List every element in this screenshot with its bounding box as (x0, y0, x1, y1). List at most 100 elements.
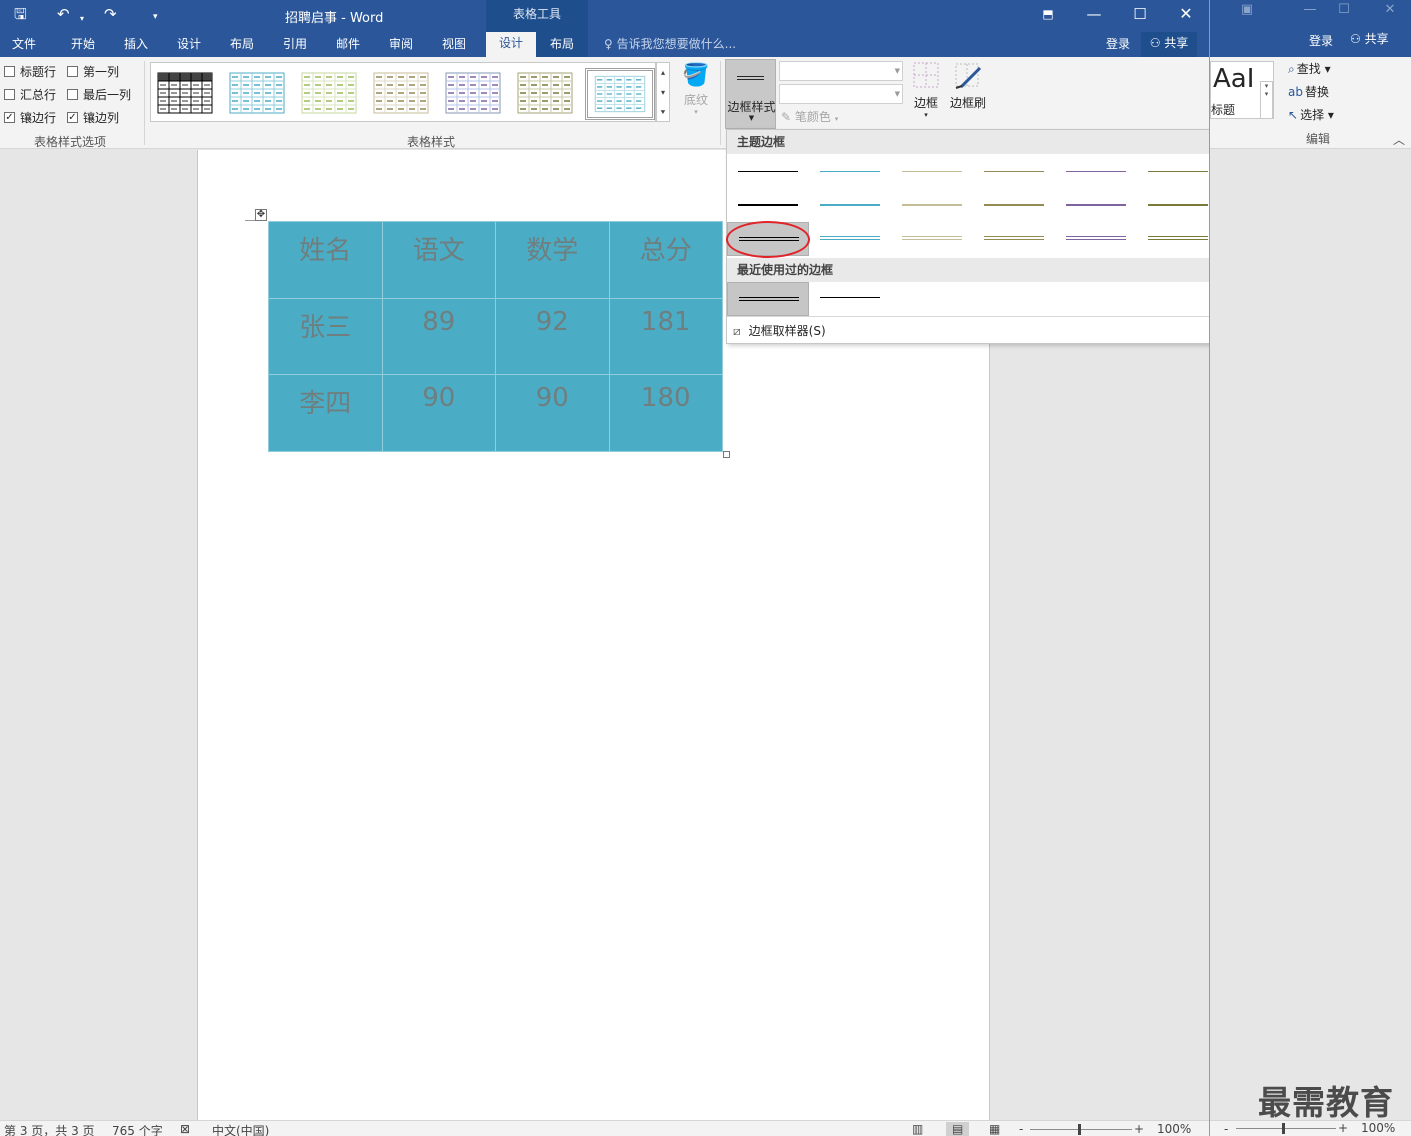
select-button[interactable]: ↖ 选择 ▾ (1288, 106, 1334, 123)
border-styles-button[interactable]: 边框样式 ▼ (725, 59, 776, 129)
table-move-handle-icon[interactable]: ✥ (255, 209, 267, 221)
table-cell[interactable]: 姓名 (268, 221, 383, 299)
bg-maximize-icon[interactable]: ☐ (1329, 2, 1359, 17)
table-style-grid-tan[interactable] (373, 72, 429, 114)
last-column-checkbox[interactable] (67, 89, 78, 100)
gallery-up-icon[interactable]: ▴ (657, 63, 669, 83)
table-cell[interactable]: 89 (381, 297, 496, 375)
close-icon[interactable]: ✕ (1163, 2, 1209, 28)
table-style-grid-dark[interactable] (157, 72, 213, 114)
page-count[interactable]: 第 3 页，共 3 页 (4, 1122, 95, 1136)
undo-dropdown-icon[interactable]: ▾ (80, 9, 84, 29)
table-cell[interactable]: 数学 (495, 221, 610, 299)
theme-border-swatch[interactable] (973, 222, 1055, 256)
table-cell[interactable]: 90 (381, 374, 496, 452)
proofing-icon[interactable]: ⊠ (180, 1122, 190, 1136)
theme-border-swatch[interactable] (1055, 222, 1137, 256)
total-row-option[interactable]: 汇总行 (4, 86, 56, 103)
find-button[interactable]: ⌕ 查找 ▾ (1288, 60, 1331, 77)
theme-border-swatch[interactable] (973, 188, 1055, 222)
recent-border-single-black[interactable] (809, 282, 891, 316)
recent-border-double-black[interactable] (727, 282, 809, 316)
table-resize-handle[interactable] (723, 451, 730, 458)
word-count[interactable]: 765 个字 (112, 1122, 163, 1136)
tab-insert[interactable]: 插入 (124, 35, 148, 52)
theme-border-swatch[interactable] (1137, 222, 1209, 256)
table-style-grid-olive[interactable] (517, 72, 573, 114)
maximize-icon[interactable]: ☐ (1117, 2, 1163, 28)
theme-border-swatch[interactable] (891, 154, 973, 188)
table-style-grid-purple[interactable] (445, 72, 501, 114)
save-icon[interactable]: 🖫 (14, 4, 27, 24)
table-cell[interactable]: 张三 (268, 297, 383, 375)
theme-border-swatch[interactable] (727, 188, 809, 222)
login-link[interactable]: 登录 (1106, 35, 1130, 52)
zoom-level[interactable]: 100% (1157, 1122, 1191, 1136)
tab-layout-main[interactable]: 布局 (230, 35, 254, 52)
gallery-down-icon[interactable]: ▾ (657, 83, 669, 103)
tab-mailings[interactable]: 邮件 (336, 35, 360, 52)
score-table[interactable]: 姓名 语文 数学 总分 张三 89 92 181 李四 90 90 180 (268, 221, 723, 452)
header-row-option[interactable]: 标题行 (4, 63, 56, 80)
theme-border-swatch[interactable] (1055, 154, 1137, 188)
collapse-ribbon-icon[interactable]: ︿ (1393, 131, 1405, 148)
share-button[interactable]: ⚇ 共享 (1141, 32, 1197, 57)
theme-border-swatch[interactable] (1137, 154, 1209, 188)
theme-border-swatch[interactable] (809, 222, 891, 256)
tab-references[interactable]: 引用 (283, 35, 307, 52)
border-sampler-item[interactable]: ⧄ 边框取样器(S) (733, 322, 826, 339)
table-cell[interactable]: 李四 (268, 374, 383, 452)
bg-share-button[interactable]: ⚇ 共享 (1350, 30, 1389, 47)
replace-button[interactable]: ab 替换 (1288, 83, 1329, 100)
theme-border-swatch[interactable] (1055, 188, 1137, 222)
tab-review[interactable]: 审阅 (389, 35, 413, 52)
read-mode-icon[interactable]: ▥ (912, 1122, 923, 1136)
theme-border-swatch[interactable] (809, 188, 891, 222)
print-layout-icon[interactable]: ▤ (946, 1122, 970, 1136)
theme-border-swatch[interactable] (891, 188, 973, 222)
header-row-checkbox[interactable] (4, 66, 15, 77)
gallery-more-icon[interactable]: ⯆ (657, 103, 669, 123)
table-style-grid-olive-light[interactable] (301, 72, 357, 114)
table-style-grid-aqua[interactable] (229, 72, 285, 114)
bg-minimize-icon[interactable]: — (1295, 2, 1325, 17)
bg-zoom-slider[interactable] (1236, 1128, 1336, 1129)
zoom-slider[interactable] (1030, 1129, 1132, 1130)
tab-table-layout[interactable]: 布局 (550, 35, 574, 52)
border-painter-button[interactable]: 边框刷 (948, 61, 988, 111)
tell-me-box[interactable]: ♀ 告诉我您想要做什么... (604, 35, 736, 52)
banded-columns-option[interactable]: ✓ 镶边列 (67, 109, 119, 126)
banded-rows-option[interactable]: ✓ 镶边行 (4, 109, 56, 126)
pen-color-button[interactable]: ✎ 笔颜色 ▾ (781, 108, 838, 125)
total-row-checkbox[interactable] (4, 89, 15, 100)
zoom-out-icon[interactable]: - (1019, 1122, 1023, 1136)
last-column-option[interactable]: 最后一列 (67, 86, 131, 103)
web-layout-icon[interactable]: ▦ (989, 1122, 1000, 1136)
tab-view[interactable]: 视图 (442, 35, 466, 52)
tab-design-main[interactable]: 设计 (177, 35, 201, 52)
table-cell[interactable]: 语文 (381, 221, 496, 299)
first-column-checkbox[interactable] (67, 66, 78, 77)
table-cell[interactable]: 90 (495, 374, 610, 452)
table-styles-gallery[interactable] (150, 62, 656, 122)
line-style-select[interactable]: ▼ (779, 61, 903, 81)
redo-icon[interactable]: ↷ (104, 4, 117, 24)
customize-qat-icon[interactable]: ▾ (153, 7, 158, 27)
language-indicator[interactable]: 中文(中国) (212, 1122, 269, 1136)
table-cell[interactable]: 92 (495, 297, 610, 375)
first-column-option[interactable]: 第一列 (67, 63, 119, 80)
borders-button[interactable]: 边框 ▾ (910, 61, 942, 119)
tab-home[interactable]: 开始 (71, 35, 95, 52)
tab-table-design[interactable]: 设计 (486, 32, 536, 57)
bg-login-link[interactable]: 登录 (1309, 32, 1333, 49)
theme-border-swatch[interactable] (973, 154, 1055, 188)
zoom-in-icon[interactable]: + (1134, 1122, 1144, 1136)
gallery-scroll[interactable]: ▴ ▾ ⯆ (656, 62, 670, 122)
tab-file[interactable]: 文件 (12, 35, 36, 52)
table-cell[interactable]: 180 (608, 374, 723, 452)
ribbon-display-options-icon[interactable]: ⬒ (1025, 2, 1071, 28)
table-cell[interactable]: 181 (608, 297, 723, 375)
minimize-icon[interactable]: — (1071, 2, 1117, 28)
bg-close-icon[interactable]: ✕ (1375, 2, 1405, 17)
banded-rows-checkbox[interactable]: ✓ (4, 112, 15, 123)
